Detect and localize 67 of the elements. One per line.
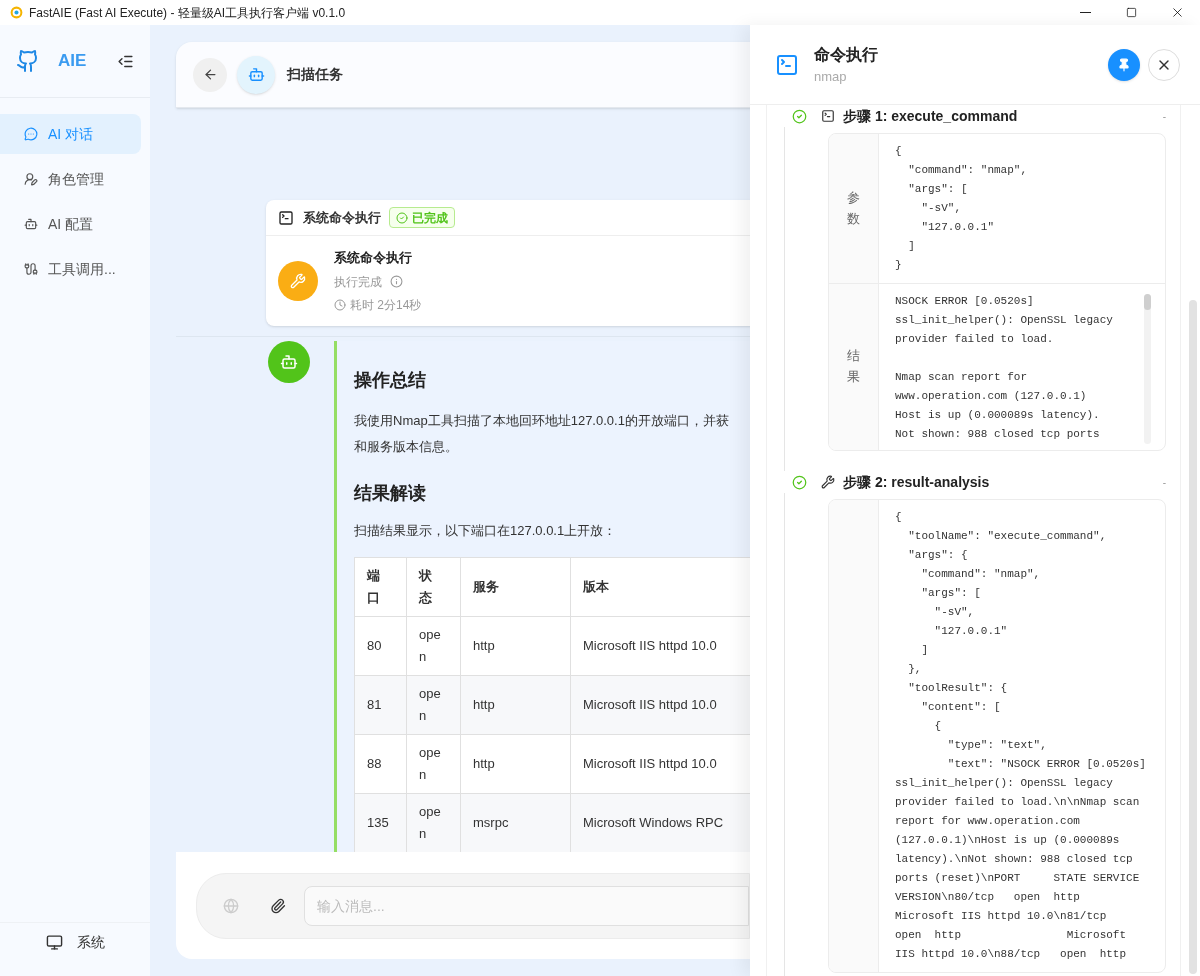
logo-icon bbox=[16, 49, 40, 73]
robot-icon bbox=[24, 217, 38, 231]
table-cell: 80 bbox=[354, 616, 407, 675]
nav-item[interactable]: 工具调用... bbox=[0, 249, 141, 289]
logo-text: AIE bbox=[58, 50, 87, 73]
info-icon[interactable] bbox=[390, 275, 403, 289]
tool-card-title: 系统命令执行 bbox=[303, 208, 381, 227]
table-header: 服务 bbox=[460, 557, 571, 616]
table-header: 端口 bbox=[354, 557, 407, 616]
status-badge: 已完成 bbox=[389, 207, 455, 228]
heading: 结果解读 bbox=[354, 482, 427, 505]
table-cell: open bbox=[406, 616, 461, 675]
drawer-title: 命令执行 bbox=[814, 44, 878, 65]
scrollbar[interactable] bbox=[1144, 294, 1151, 444]
step-title: 步骤 2: result-analysis bbox=[843, 472, 990, 492]
duration: 耗时 2分14秒 bbox=[350, 296, 422, 314]
maximize-icon bbox=[1125, 7, 1137, 18]
app-logo-icon bbox=[10, 6, 23, 19]
attach-icon[interactable] bbox=[270, 897, 286, 914]
params-code: { "command": "nmap", "args": [ "-sV", "127.0.0.1" ] } bbox=[894, 144, 1029, 273]
table-cell: open bbox=[406, 734, 461, 793]
scrollbar[interactable] bbox=[1189, 300, 1197, 974]
plug-icon bbox=[24, 262, 38, 276]
paragraph-line: 和服务版本信息。 bbox=[354, 438, 459, 456]
globe-icon[interactable] bbox=[223, 897, 239, 914]
terminal-icon bbox=[278, 209, 294, 226]
monitor-icon bbox=[45, 934, 63, 951]
terminal-icon bbox=[821, 109, 835, 123]
row-label: 结果 bbox=[847, 347, 860, 386]
table-cell: open bbox=[406, 675, 461, 734]
row-label: 参数 bbox=[847, 188, 860, 228]
pin-button[interactable] bbox=[1108, 48, 1140, 81]
chat-title: 扫描任务 bbox=[287, 65, 343, 84]
table-cell: http bbox=[460, 616, 571, 675]
back-button[interactable] bbox=[193, 57, 227, 92]
result-code: NSOCK ERROR [0.0520s] ssl_init_helper(): OpenSSL legacy provider failed to load. Nmap scan report for www.operation.com (127.0.0.1) Host is up (0.000089s latency). Not shown: 988 closed tcp ports bbox=[894, 294, 1114, 442]
paragraph-line: 我使用Nmap工具扫描了本地回环地址127.0.0.1的开放端口，并获 bbox=[354, 412, 730, 430]
system-button[interactable]: 系统 bbox=[45, 932, 105, 953]
terminal-icon bbox=[775, 52, 799, 77]
message-input[interactable]: 输入消息... bbox=[304, 885, 749, 926]
wrench-avatar bbox=[278, 261, 318, 301]
params-code: { "toolName": "execute_command", "args": { "command": "nmap", "args": [ "-sV", "127.0.0.1" ] }, "toolResult": { "content": [ { "type": "text", "text": "NSOCK ERROR [0.0520s] ssl_init_helper(): OpenSSL legacy provider failed to load.\n\nNmap scan report for www.operation.com (127.0.0.1)\nHost is up (0.000089s latency).\nNot shown: 988 closed tcp ports (reset)\nPORT STATE SERVICE VERSION\n80/tcp open http Microsoft IIS httpd 10.0\n81/tcp open http Microsoft IIS httpd 10.0\n88/tcp open http bbox=[894, 510, 1147, 962]
drawer-subtitle: nmap bbox=[814, 67, 848, 86]
check-icon bbox=[792, 474, 807, 490]
clock-icon bbox=[334, 298, 346, 311]
window-title: FastAIE (Fast AI Execute) - 轻量级AI工具执行客户端 v0.1.0 bbox=[29, 4, 346, 22]
chat-icon bbox=[24, 127, 38, 141]
nav-item[interactable]: 角色管理 bbox=[0, 159, 141, 199]
table-cell: http bbox=[460, 675, 571, 734]
assistant-avatar bbox=[268, 341, 310, 383]
pin-icon bbox=[1117, 57, 1131, 72]
wrench-icon bbox=[821, 475, 835, 489]
back-icon bbox=[202, 67, 218, 82]
table-cell: 81 bbox=[354, 675, 407, 734]
tool-state: 执行完成 bbox=[334, 273, 382, 291]
table-cell: http bbox=[460, 734, 571, 793]
user-icon bbox=[24, 172, 38, 186]
tool-name: 系统命令执行 bbox=[334, 249, 413, 268]
check-icon bbox=[792, 108, 807, 124]
nav-item[interactable]: AI 配置 bbox=[0, 204, 141, 244]
table-header: 状态 bbox=[406, 557, 461, 616]
bot-avatar bbox=[237, 55, 275, 94]
paragraph: 扫描结果显示，以下端口在127.0.0.1上开放： bbox=[354, 522, 618, 540]
step-title: 步骤 1: execute_command bbox=[843, 106, 1018, 126]
minimize-icon bbox=[1079, 12, 1091, 13]
table-cell: 88 bbox=[354, 734, 407, 793]
heading: 操作总结 bbox=[354, 369, 427, 392]
